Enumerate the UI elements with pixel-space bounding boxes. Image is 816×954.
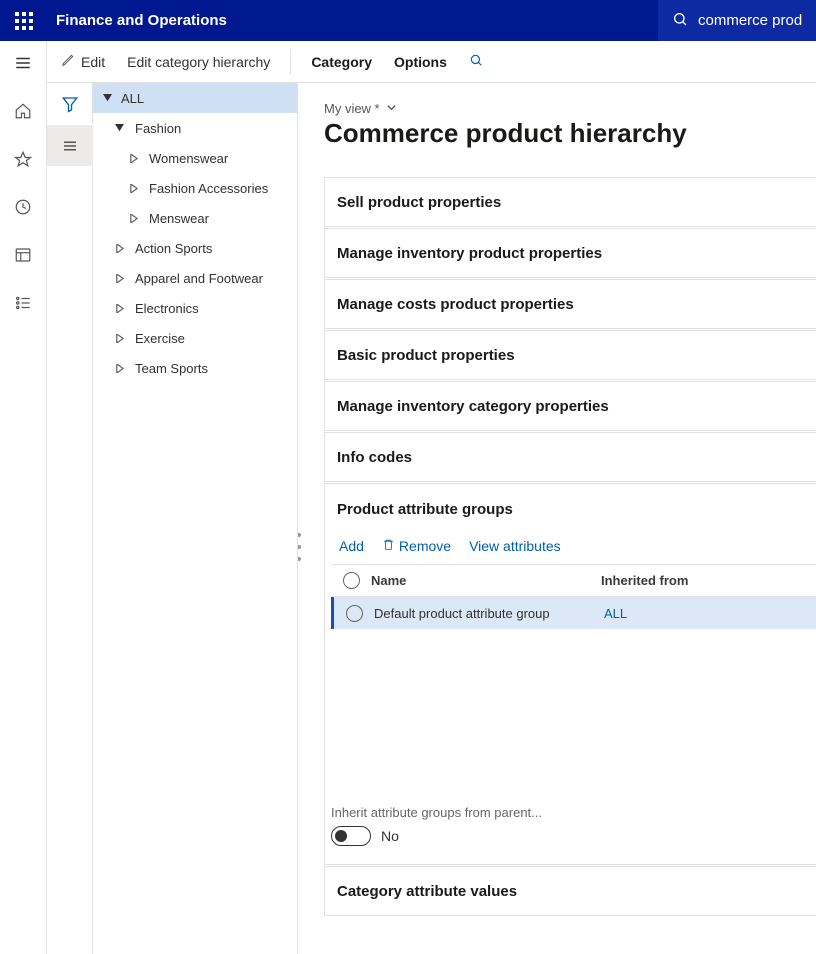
workspaces-button[interactable] [7,243,39,267]
expand-icon[interactable] [113,362,125,374]
section-header[interactable]: Product attribute groups [325,484,816,534]
expand-icon[interactable] [113,242,125,254]
grid-header-row: Name Inherited from [331,565,816,597]
chevron-down-icon [386,101,397,116]
search-icon [672,11,688,30]
remove-button[interactable]: Remove [382,538,451,554]
cell-name: Default product attribute group [374,606,604,621]
column-name[interactable]: Name [371,573,601,588]
edit-hierarchy-label: Edit category hierarchy [127,54,270,70]
select-all-checkbox[interactable] [331,572,371,589]
section-sell-product-properties[interactable]: Sell product properties [324,177,816,227]
expand-collapse-icon[interactable] [113,122,125,134]
global-search[interactable] [658,0,816,41]
tree-node-menswear[interactable]: Menswear [93,203,297,233]
edit-label: Edit [81,54,105,70]
expand-icon[interactable] [127,212,139,224]
row-select-checkbox[interactable] [334,605,374,622]
favorites-button[interactable] [7,147,39,171]
search-input[interactable] [696,11,806,30]
nav-rail [0,41,47,954]
tree-node-label: Electronics [135,301,199,316]
top-app-bar: Finance and Operations [0,0,816,41]
side-tool-column [47,83,93,954]
hamburger-button[interactable] [7,51,39,75]
inherit-toggle-value: No [381,828,399,844]
resize-grip-icon[interactable] [298,533,301,561]
expand-icon[interactable] [127,182,139,194]
tree-node-fashion[interactable]: Fashion [93,113,297,143]
home-button[interactable] [7,99,39,123]
tree-node-label: Apparel and Footwear [135,271,263,286]
pencil-icon [61,53,75,70]
expand-icon[interactable] [113,332,125,344]
attribute-groups-grid: Name Inherited from Default product attr… [331,564,816,787]
tree-node-fashion-accessories[interactable]: Fashion Accessories [93,173,297,203]
expand-collapse-icon[interactable] [101,92,113,104]
trash-icon [382,538,395,554]
add-button[interactable]: Add [339,538,364,554]
tree-node-all[interactable]: ALL [93,83,297,113]
tree-node-electronics[interactable]: Electronics [93,293,297,323]
section-basic-product-properties[interactable]: Basic product properties [324,330,816,380]
inherit-toggle-label: Inherit attribute groups from parent... [331,805,816,820]
tree-node-label: Exercise [135,331,185,346]
cell-inherited-from[interactable]: ALL [604,606,627,621]
expand-icon[interactable] [113,272,125,284]
grid-row[interactable]: Default product attribute group ALL [331,597,816,629]
modules-button[interactable] [7,291,39,315]
category-tree: ALL Fashion Womenswear [93,83,298,954]
command-search-button[interactable] [467,51,485,72]
filter-button[interactable] [47,83,93,125]
section-manage-inventory-category-properties[interactable]: Manage inventory category properties [324,381,816,431]
category-label: Category [311,54,372,70]
waffle-icon [15,12,33,30]
command-bar: Edit Edit category hierarchy Category Op… [47,41,816,83]
tree-node-action-sports[interactable]: Action Sports [93,233,297,263]
recent-button[interactable] [7,195,39,219]
options-label: Options [394,54,447,70]
column-inherited-from[interactable]: Inherited from [601,573,688,588]
tree-node-label: Fashion Accessories [149,181,268,196]
tree-node-label: Fashion [135,121,181,136]
tree-node-label: Action Sports [135,241,212,256]
expand-icon[interactable] [113,302,125,314]
options-tab[interactable]: Options [392,52,449,72]
tree-node-label: ALL [121,91,144,106]
category-tab[interactable]: Category [309,52,374,72]
view-attributes-button[interactable]: View attributes [469,538,561,554]
main-content: My view * Commerce product hierarchy Sel… [298,83,816,954]
tree-node-team-sports[interactable]: Team Sports [93,353,297,383]
expand-icon[interactable] [127,152,139,164]
tree-node-exercise[interactable]: Exercise [93,323,297,353]
app-launcher-button[interactable] [0,0,48,41]
section-product-attribute-groups: Product attribute groups Add Remove View… [324,483,816,865]
edit-button[interactable]: Edit [59,51,107,72]
tree-node-womenswear[interactable]: Womenswear [93,143,297,173]
list-view-button[interactable] [47,125,93,167]
app-title: Finance and Operations [56,12,227,29]
tree-node-label: Team Sports [135,361,208,376]
section-manage-costs-product-properties[interactable]: Manage costs product properties [324,279,816,329]
section-manage-inventory-product-properties[interactable]: Manage inventory product properties [324,228,816,278]
view-selector[interactable]: My view * [324,101,816,116]
section-info-codes[interactable]: Info codes [324,432,816,482]
tree-node-label: Womenswear [149,151,228,166]
tree-node-label: Menswear [149,211,209,226]
separator [290,49,291,75]
edit-hierarchy-button[interactable]: Edit category hierarchy [125,52,272,72]
section-category-attribute-values[interactable]: Category attribute values [324,866,816,916]
page-title: Commerce product hierarchy [324,118,816,149]
inherit-toggle[interactable] [331,826,371,846]
view-label: My view * [324,101,380,116]
tree-node-apparel-footwear[interactable]: Apparel and Footwear [93,263,297,293]
search-icon [469,53,483,70]
